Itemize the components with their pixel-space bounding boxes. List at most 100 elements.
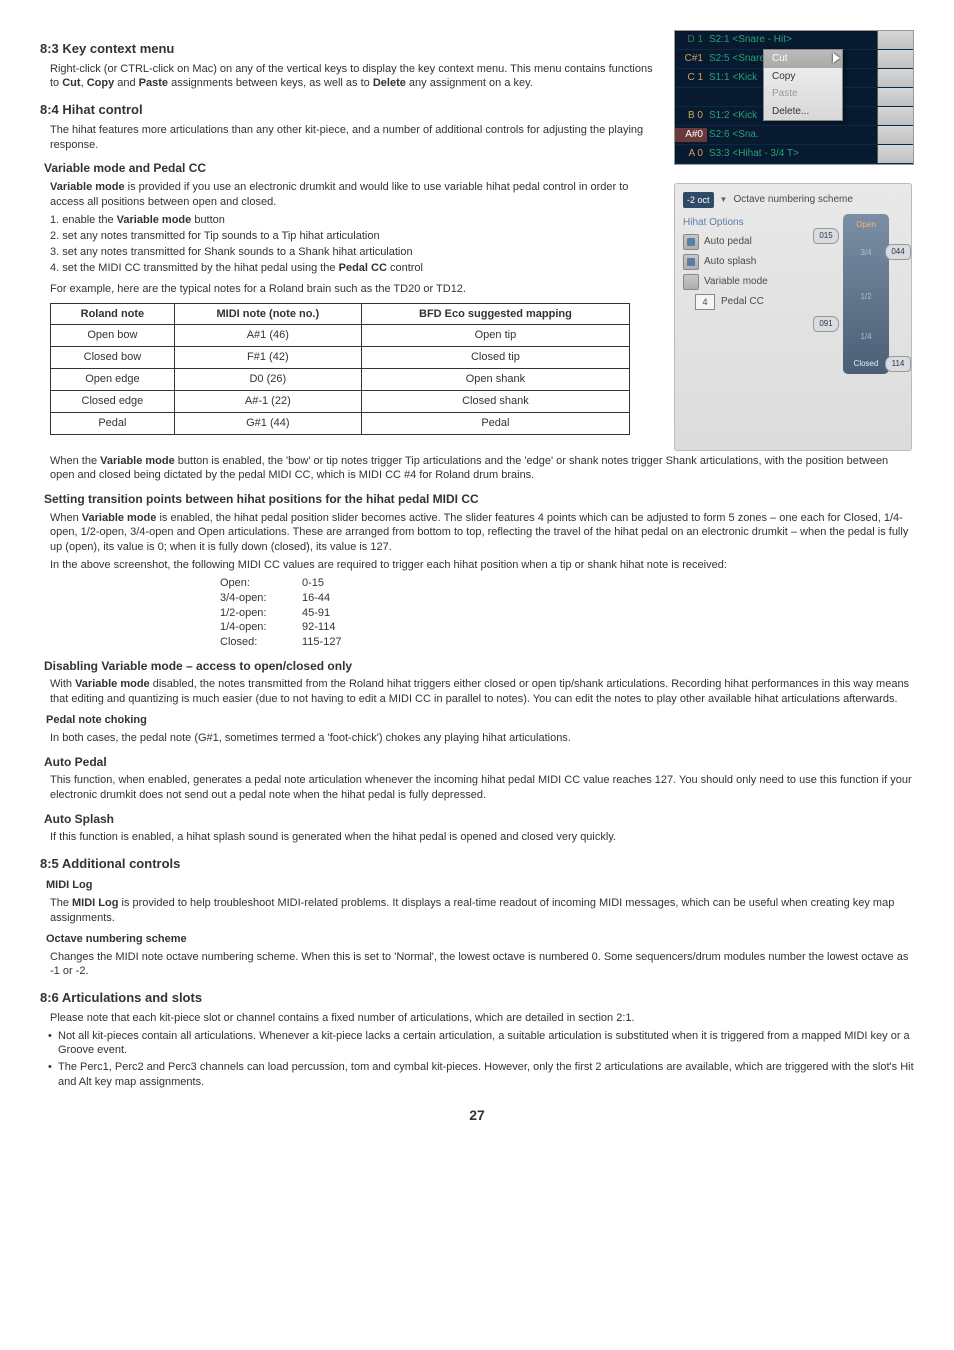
slot-cell: S2:1 <Snare - Hit>	[707, 33, 877, 47]
text-auto-splash: If this function is enabled, a hihat spl…	[50, 830, 914, 845]
note-cell: C#1	[675, 52, 707, 66]
text-choke: In both cases, the pedal note (G#1, some…	[50, 731, 914, 746]
octave-selector[interactable]: -2 oct	[683, 192, 714, 208]
table-cell: Open bow	[51, 325, 175, 347]
screenshot-context-menu: D 1S2:1 <Snare - Hit>C#1S2:5 <Snare - SS…	[674, 30, 914, 165]
bullet-1: Not all kit-pieces contain all articulat…	[48, 1029, 914, 1059]
cc-key: Open:	[220, 576, 302, 591]
cc-key: 1/2-open:	[220, 606, 302, 621]
text-8-6: Please note that each kit-piece slot or …	[50, 1011, 914, 1026]
heading-8-6: 8:6 Articulations and slots	[40, 989, 914, 1007]
checkbox-variable-mode[interactable]	[683, 274, 699, 290]
table-cell: Closed edge	[51, 390, 175, 412]
heading-8-5: 8:5 Additional controls	[40, 855, 914, 873]
table-row: PedalG#1 (44)Pedal	[51, 412, 630, 434]
keymap-row[interactable]: A 0S3:3 <Hihat - 3/4 T>	[675, 145, 913, 164]
text-transition-1: When Variable mode is enabled, the hihat…	[50, 511, 914, 556]
piano-key[interactable]	[877, 88, 913, 106]
octave-label: Octave numbering scheme	[733, 193, 853, 207]
cc-val: 115-127	[302, 635, 362, 650]
label-auto-splash: Auto splash	[704, 255, 756, 269]
table-cell: Pedal	[51, 412, 175, 434]
table-cell: Open tip	[361, 325, 629, 347]
piano-key[interactable]	[877, 107, 913, 125]
table-cell: Closed shank	[361, 390, 629, 412]
table-cell: Closed bow	[51, 347, 175, 369]
bullet-2: The Perc1, Perc2 and Perc3 channels can …	[48, 1060, 914, 1090]
table-cell: G#1 (44)	[174, 412, 361, 434]
piano-key[interactable]	[877, 50, 913, 68]
cc-row: Closed:115-127	[220, 635, 914, 650]
th-bfd: BFD Eco suggested mapping	[361, 303, 629, 325]
table-cell: Pedal	[361, 412, 629, 434]
heading-choke: Pedal note choking	[46, 713, 914, 728]
heading-variable-mode: Variable mode and Pedal CC	[44, 160, 658, 176]
table-cell: A#-1 (22)	[174, 390, 361, 412]
heading-8-3: 8:3 Key context menu	[40, 40, 658, 58]
zone-34: 3/4	[843, 248, 889, 259]
note-cell: A 0	[675, 147, 707, 161]
menu-cut[interactable]: Cut	[764, 50, 842, 68]
cc-row: 3/4-open:16-44	[220, 591, 914, 606]
label-auto-pedal: Auto pedal	[704, 235, 752, 249]
table-cell: Closed tip	[361, 347, 629, 369]
cc-key: Closed:	[220, 635, 302, 650]
piano-key[interactable]	[877, 126, 913, 144]
menu-delete[interactable]: Delete...	[764, 103, 842, 121]
heading-auto-splash: Auto Splash	[44, 811, 914, 827]
handle-044[interactable]: 044	[885, 244, 911, 260]
handle-015[interactable]: 015	[813, 228, 839, 244]
keymap-row[interactable]: D 1S2:1 <Snare - Hit>	[675, 31, 913, 50]
cc-row: 1/4-open:92-114	[220, 620, 914, 635]
keymap-row[interactable]: A#0S2:6 <Sna.	[675, 126, 913, 145]
handle-091[interactable]: 091	[813, 316, 839, 332]
context-menu: Cut Copy Paste Delete...	[763, 49, 843, 121]
heading-auto-pedal: Auto Pedal	[44, 754, 914, 770]
text-transition-2: In the above screenshot, the following M…	[50, 558, 914, 573]
heading-disable: Disabling Variable mode – access to open…	[44, 658, 914, 674]
heading-transition: Setting transition points between hihat …	[44, 491, 914, 507]
slot-cell: S3:3 <Hihat - 3/4 T>	[707, 147, 877, 161]
text-8-4: The hihat features more articulations th…	[50, 123, 658, 153]
text-auto-pedal: This function, when enabled, generates a…	[50, 773, 914, 803]
zone-closed: Closed	[843, 359, 889, 370]
slot-cell: S2:6 <Sna.	[707, 128, 877, 142]
handle-114[interactable]: 114	[885, 356, 911, 372]
table-row: Open bowA#1 (46)Open tip	[51, 325, 630, 347]
zone-open: Open	[843, 220, 889, 231]
cc-val: 45-91	[302, 606, 362, 621]
menu-copy[interactable]: Copy	[764, 68, 842, 86]
piano-key[interactable]	[877, 145, 913, 163]
cursor-icon	[833, 53, 847, 69]
articulation-bullets: Not all kit-pieces contain all articulat…	[48, 1029, 914, 1090]
page-number: 27	[40, 1106, 914, 1125]
step-1: 1. enable the Variable mode button	[50, 213, 658, 228]
step-2: 2. set any notes transmitted for Tip sou…	[50, 229, 658, 244]
text-midi-log: The MIDI Log is provided to help trouble…	[50, 896, 914, 926]
step-3: 3. set any notes transmitted for Shank s…	[50, 245, 658, 260]
step-4: 4. set the MIDI CC transmitted by the hi…	[50, 261, 658, 276]
th-midi: MIDI note (note no.)	[174, 303, 361, 325]
heading-midi-log: MIDI Log	[46, 878, 914, 893]
label-pedal-cc: Pedal CC	[721, 295, 764, 309]
checkbox-auto-splash[interactable]	[683, 254, 699, 270]
piano-key[interactable]	[877, 31, 913, 49]
piano-key[interactable]	[877, 69, 913, 87]
cc-val: 0-15	[302, 576, 362, 591]
table-cell: A#1 (46)	[174, 325, 361, 347]
table-row: Open edgeD0 (26)Open shank	[51, 369, 630, 391]
cc-val: 92-114	[302, 620, 362, 635]
th-roland: Roland note	[51, 303, 175, 325]
menu-paste: Paste	[764, 85, 842, 103]
pedal-cc-value[interactable]: 4	[695, 294, 715, 310]
screenshot-hihat-options: -2 oct ▼ Octave numbering scheme Hihat O…	[674, 183, 912, 451]
zone-14: 1/4	[843, 332, 889, 343]
example-intro: For example, here are the typical notes …	[50, 282, 658, 297]
checkbox-auto-pedal[interactable]	[683, 234, 699, 250]
hihat-position-slider[interactable]: Open 3/4 1/2 1/4 Closed	[843, 214, 889, 374]
note-cell: A#0	[675, 128, 707, 142]
dropdown-icon[interactable]: ▼	[720, 195, 728, 206]
text-disable: With Variable mode disabled, the notes t…	[50, 677, 914, 707]
zone-12: 1/2	[843, 292, 889, 303]
table-row: Closed bowF#1 (42)Closed tip	[51, 347, 630, 369]
